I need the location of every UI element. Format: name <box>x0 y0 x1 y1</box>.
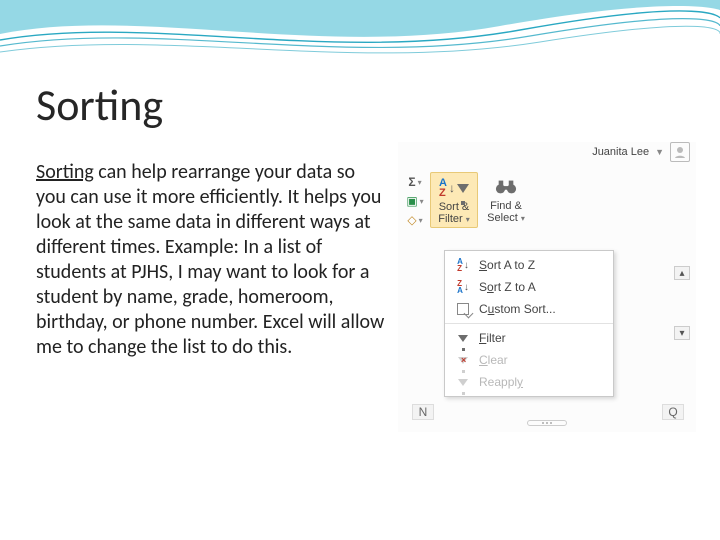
slide-body: Sorting can help rearrange your data so … <box>36 160 388 360</box>
sort-az-icon: AZ <box>439 178 447 198</box>
avatar[interactable] <box>670 142 690 162</box>
excel-screenshot: Juanita Lee ▼ Σ▾ ▣▾ ◇▾ AZ ↓ Sort & Filte… <box>398 142 696 432</box>
account-area[interactable]: Juanita Lee ▼ <box>592 142 690 162</box>
funnel-icon <box>457 184 469 193</box>
menu-sort-a-to-z[interactable]: AZ↓ SSort A to Zort A to Z <box>445 254 613 276</box>
autosum-column: Σ▾ ▣▾ ◇▾ <box>404 172 426 228</box>
slide-top-wave <box>0 0 720 70</box>
body-lead-word: Sorting <box>36 160 94 184</box>
sheet-splitter-handle[interactable] <box>527 420 567 426</box>
sort-and-filter-button[interactable]: AZ ↓ Sort & Filter ▾ <box>430 172 478 228</box>
menu-custom-sort[interactable]: Custom Sort... <box>445 298 613 320</box>
funnel-icon <box>458 335 468 342</box>
menu-clear: × Clear <box>445 349 613 371</box>
slide-title: Sorting <box>36 78 163 132</box>
menu-reapply: Reapply <box>445 371 613 393</box>
column-header-n[interactable]: N <box>412 404 434 420</box>
find-and-select-button[interactable]: Find & Select ▾ <box>482 172 530 226</box>
fill-button[interactable]: ▣▾ <box>404 193 426 209</box>
arrow-down-icon: ↓ <box>449 181 455 195</box>
menu-sort-z-to-a[interactable]: ZA↓ Sort Z to A <box>445 276 613 298</box>
account-dropdown-icon[interactable]: ▼ <box>655 147 664 157</box>
clear-button[interactable]: ◇▾ <box>404 212 426 228</box>
scroll-down-arrow[interactable]: ▾ <box>674 326 690 340</box>
ribbon-editing-group: Σ▾ ▣▾ ◇▾ AZ ↓ Sort & Filter ▾ Find & Sel… <box>404 172 530 228</box>
chevron-down-icon: ▾ <box>466 215 470 224</box>
sort-filter-menu: AZ↓ SSort A to Zort A to Z ZA↓ Sort Z to… <box>444 250 614 397</box>
binoculars-icon <box>495 177 517 197</box>
sort-filter-label: Sort & Filter <box>438 201 469 225</box>
find-select-label: Find & Select <box>487 200 522 224</box>
column-header-q[interactable]: Q <box>662 404 684 420</box>
menu-separator <box>445 323 613 324</box>
funnel-reapply-icon <box>458 379 468 386</box>
scroll-up-arrow[interactable]: ▴ <box>674 266 690 280</box>
body-rest: can help rearrange your data so you can … <box>36 160 384 359</box>
menu-filter[interactable]: Filter <box>445 327 613 349</box>
account-name: Juanita Lee <box>592 146 649 158</box>
chevron-down-icon: ▾ <box>521 214 525 223</box>
custom-sort-icon <box>457 303 469 315</box>
autosum-button[interactable]: Σ▾ <box>404 174 426 190</box>
